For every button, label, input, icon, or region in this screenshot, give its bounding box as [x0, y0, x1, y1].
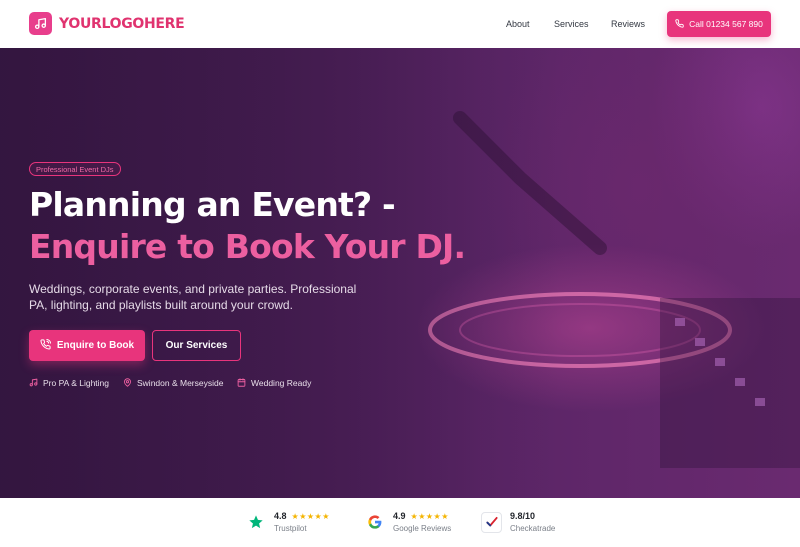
hero-section: Professional Event DJs Planning an Event…	[0, 48, 800, 498]
review-source: Google Reviews	[393, 524, 452, 533]
nav-link-services[interactable]: Services	[554, 0, 589, 48]
music-note-icon	[29, 378, 43, 389]
review-score: 4.8	[274, 511, 287, 521]
review-checkatrade[interactable]: 9.8/10 Checkatrade	[481, 508, 555, 536]
rating-stars: ★★★★★	[410, 511, 449, 521]
call-button-label: Call 01234 567 890	[689, 19, 763, 29]
review-trustpilot[interactable]: 4.8 ★★★★★ Trustpilot	[245, 508, 330, 536]
hero-subtext: Weddings, corporate events, and private …	[29, 282, 357, 312]
review-score: 9.8/10	[510, 511, 536, 521]
review-score: 4.9	[393, 511, 406, 521]
our-services-button[interactable]: Our Services	[152, 330, 241, 361]
review-source: Trustpilot	[274, 524, 307, 533]
map-pin-icon	[123, 377, 137, 389]
enquire-button[interactable]: Enquire to Book	[29, 330, 145, 361]
feature-location: Swindon & Merseyside	[123, 377, 223, 389]
feature-wedding: Wedding Ready	[237, 377, 311, 389]
hero-headline: Planning an Event? - Enquire to Book You…	[29, 185, 466, 266]
reviews-strip: 4.8 ★★★★★ Trustpilot 4.9 ★★★★★ Google Re…	[0, 498, 800, 547]
logo[interactable]: YOURLOGOHERE	[29, 12, 185, 35]
feature-pa-lighting: Pro PA & Lighting	[29, 377, 109, 389]
hero-badge: Professional Event DJs	[29, 162, 121, 176]
review-google[interactable]: 4.9 ★★★★★ Google Reviews	[364, 508, 451, 536]
calendar-icon	[237, 377, 251, 389]
logo-text: YOURLOGOHERE	[59, 15, 185, 32]
site-header: YOURLOGOHERE About Services Reviews Call…	[0, 0, 800, 48]
review-source: Checkatrade	[510, 524, 556, 533]
nav-link-reviews[interactable]: Reviews	[611, 0, 645, 48]
enquire-button-label: Enquire to Book	[56, 340, 135, 351]
rating-stars: ★★★★★	[291, 511, 330, 521]
phone-call-icon	[40, 338, 57, 353]
nav-link-about[interactable]: About	[506, 0, 530, 48]
trustpilot-star-icon	[245, 512, 266, 533]
hero-headline-accent: Enquire to Book Your DJ.	[29, 227, 466, 266]
music-note-icon	[29, 12, 52, 35]
google-g-icon	[364, 512, 385, 533]
checkatrade-tick-icon	[481, 511, 502, 533]
call-button[interactable]: Call 01234 567 890	[667, 11, 771, 37]
phone-icon	[675, 18, 689, 30]
